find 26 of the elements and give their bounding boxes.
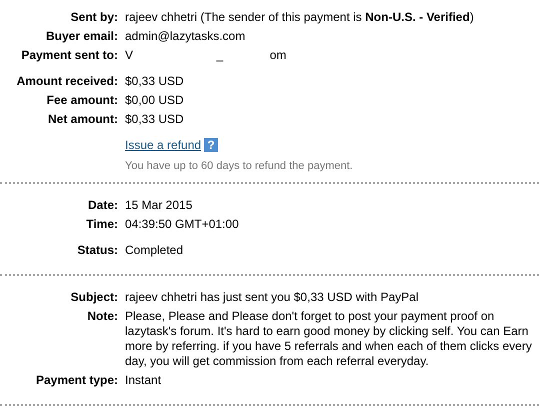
- field-value: Completed: [125, 243, 184, 257]
- field-label: Net amount:: [47, 112, 118, 127]
- field-label: Sent by:: [70, 10, 118, 25]
- field-label: Subject:: [70, 290, 118, 305]
- field-value: 15 Mar 2015: [125, 198, 192, 212]
- field-value: $0,33 USD: [125, 74, 184, 88]
- field-label: Note:: [86, 309, 118, 325]
- field-label: Time:: [85, 217, 118, 232]
- field-value: $0,33 USD: [125, 112, 184, 126]
- field-label: Payment sent to:: [20, 48, 118, 63]
- refund-hint: You have up to 60 days to refund the payment.: [125, 160, 354, 172]
- field-label: Buyer email:: [44, 29, 118, 44]
- field-value: $0,00 USD: [125, 93, 184, 107]
- field-label: Status:: [76, 243, 118, 258]
- field-value: 04:39:50 GMT+01:00: [125, 217, 239, 231]
- field-value: rajeev chhetri (The sender of this payment is Non-U.S. - Verified): [125, 10, 474, 24]
- field-value: Please, Please and Please don't forget to post your payment proof on lazytask's forum. It's hard to earn good money by clicking self. You can Earn more by referring. if you have 5 referrals and when each of them clicks every day, you will get commission from each referral everyday.: [125, 309, 533, 368]
- field-label: Payment type:: [34, 373, 118, 388]
- field-value: V _ om: [125, 48, 286, 62]
- refund-link[interactable]: Issue a refund: [125, 138, 202, 152]
- field-label: Date:: [86, 198, 118, 213]
- field-label: Fee amount:: [46, 93, 118, 108]
- field-label: Amount received:: [16, 74, 118, 89]
- field-value: rajeev chhetri has just sent you $0,33 USD with PayPal: [125, 290, 418, 304]
- field-value: Instant: [125, 373, 162, 387]
- field-value: admin@lazytasks.com: [125, 29, 246, 43]
